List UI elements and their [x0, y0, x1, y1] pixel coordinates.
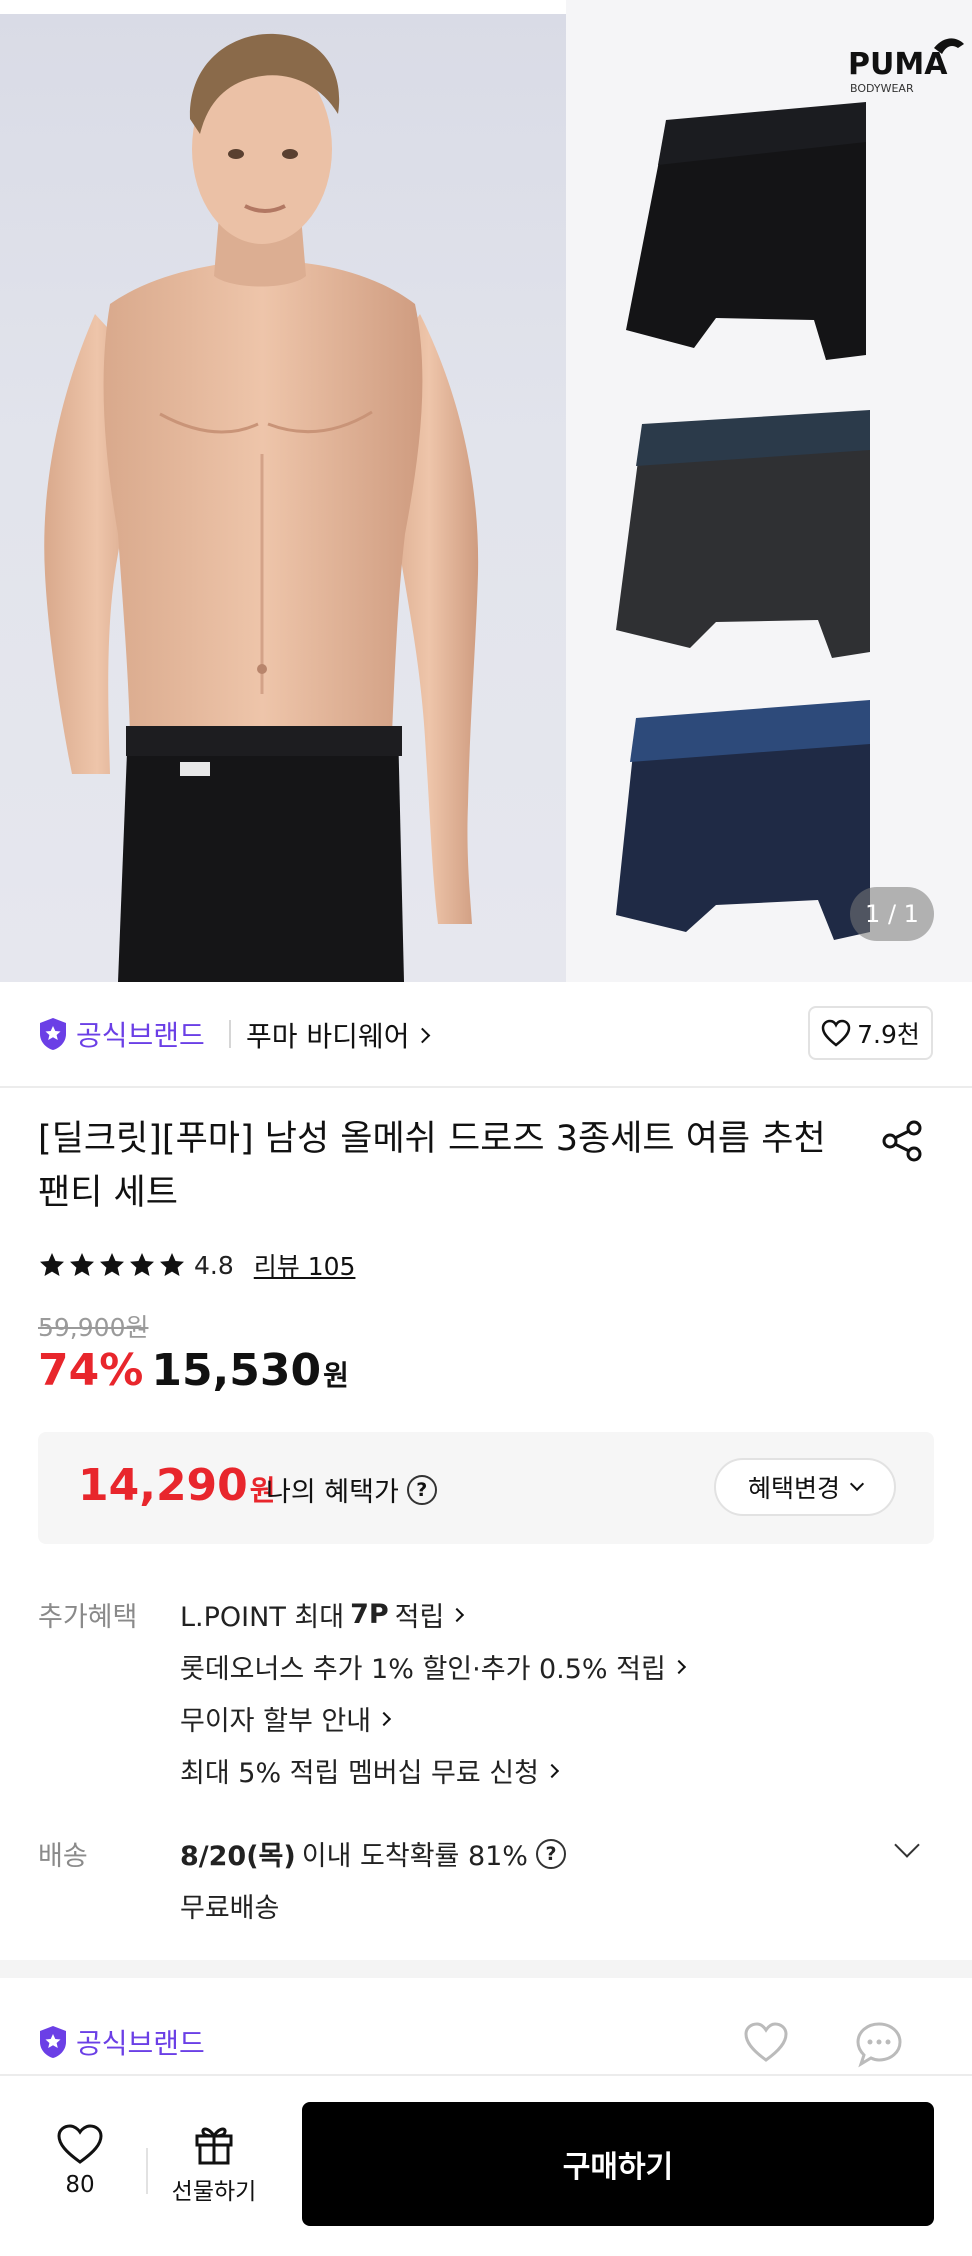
help-icon[interactable]: ?	[406, 1474, 437, 1505]
star-shield-icon	[40, 2026, 66, 2058]
puma-logo-sub: BODYWEAR	[850, 82, 914, 95]
lpoint-suffix: 적립	[394, 1602, 445, 1633]
installment-info-link[interactable]: 무이자 할부 안내	[180, 1699, 392, 1738]
lotte-owners-benefit-link[interactable]: 롯데오너스 추가 1% 할인·추가 0.5% 적립	[180, 1647, 686, 1686]
lpoint-benefit-link[interactable]: L.POINT 최대 7P 적립	[180, 1595, 465, 1634]
star-shield-icon	[40, 1018, 66, 1050]
lotte-owners-benefit-text: 롯데오너스 추가 1% 할인·추가 0.5% 적립	[180, 1654, 666, 1685]
star-icon	[100, 1253, 124, 1276]
boxer-charcoal	[616, 410, 870, 658]
boxer-variants-illustration	[616, 102, 870, 940]
star-icon	[70, 1253, 94, 1276]
official-brand-label: 공식브랜드	[76, 1019, 205, 1052]
review-link[interactable]: 리뷰 105	[254, 1247, 356, 1283]
installment-info-text: 무이자 할부 안내	[180, 1706, 372, 1737]
star-icon	[130, 1253, 154, 1276]
price-row: 74% 15,530 원	[38, 1345, 349, 1396]
chevron-right-icon	[376, 1711, 392, 1726]
hero-top-strip	[0, 0, 566, 14]
shipping-arrival-text: 이내 도착확률 81%	[301, 1841, 528, 1872]
model-illustration	[44, 33, 479, 982]
model-boxer-shape	[118, 726, 404, 982]
wishlist-button[interactable]: 80	[44, 2122, 116, 2198]
change-benefit-label: 혜택변경	[747, 1474, 840, 1503]
puma-logo: PUMA BODYWEAR	[848, 30, 968, 100]
change-benefit-button[interactable]: 혜택변경	[714, 1458, 896, 1516]
original-price: 59,900원	[38, 1313, 149, 1342]
shipping-label: 배송	[38, 1841, 88, 1872]
rating-value: 4.8	[194, 1250, 234, 1280]
shipping-expand-icon[interactable]	[894, 1832, 920, 1858]
benefit-price: 14,290 원	[78, 1460, 276, 1511]
gift-button[interactable]: 선물하기	[164, 2122, 264, 2206]
rating-stars	[38, 1251, 188, 1279]
product-title: [딜크릿][푸마] 남성 올메쉬 드로즈 3종세트 여름 추천 팬티 세트	[38, 1119, 826, 1213]
sale-price: 15,530	[151, 1345, 322, 1396]
shipping-fee: 무료배송	[180, 1893, 280, 1924]
brand-separator	[229, 1020, 231, 1048]
benefit-label: 나의 혜택가	[266, 1477, 399, 1508]
chevron-right-icon	[450, 1607, 465, 1622]
buy-button[interactable]: 구매하기	[302, 2102, 934, 2226]
chat-bubble-icon[interactable]	[854, 2020, 904, 2068]
shipping-estimate: 8/20(목) 이내 도착확률 81% ?	[180, 1834, 566, 1873]
gift-icon	[195, 2127, 233, 2165]
brand-like-button[interactable]: 7.9천	[808, 1006, 933, 1060]
lpoint-prefix: L.POINT 최대	[180, 1602, 345, 1633]
help-icon[interactable]: ?	[535, 1838, 566, 1869]
chevron-down-icon	[849, 1476, 865, 1492]
rating-row: 4.8 리뷰 105	[38, 1248, 355, 1282]
gift-label: 선물하기	[171, 2179, 257, 2205]
product-image-carousel[interactable]: PUMA BODYWEAR 1 / 1	[0, 0, 972, 982]
shipping-date: 8/20(목)	[180, 1841, 296, 1872]
benefit-label-row: 나의 혜택가 ?	[266, 1470, 437, 1509]
star-icon	[160, 1253, 184, 1276]
boxer-black	[626, 102, 866, 360]
brand-store-link[interactable]: 푸마 바디웨어	[246, 1015, 431, 1055]
chevron-right-icon	[415, 1027, 431, 1043]
lpoint-amount: 7P	[350, 1599, 389, 1630]
membership-signup-link[interactable]: 최대 5% 적립 멤버십 무료 신청	[180, 1751, 560, 1790]
sale-price-currency: 원	[323, 1359, 349, 1392]
extra-benefits-label: 추가혜택	[38, 1602, 138, 1633]
heart-icon	[821, 1019, 851, 1047]
image-page-indicator: 1 / 1	[850, 887, 934, 941]
share-icon[interactable]	[880, 1118, 926, 1164]
brand-store-name: 푸마 바디웨어	[246, 1020, 410, 1053]
chevron-right-icon	[544, 1763, 560, 1778]
model-photo	[0, 14, 566, 982]
my-benefit-box: 14,290 원 나의 혜택가 ? 혜택변경	[38, 1432, 934, 1544]
membership-signup-text: 최대 5% 적립 멤버십 무료 신청	[180, 1758, 539, 1789]
puma-logo-text: PUMA	[848, 47, 948, 82]
wishlist-count: 80	[65, 2172, 95, 2198]
product-variants-photo: PUMA BODYWEAR	[566, 0, 972, 982]
section-divider	[0, 1960, 972, 1978]
star-icon	[40, 1253, 64, 1276]
discount-rate: 74%	[38, 1345, 144, 1396]
footer-official-brand-badge[interactable]: 공식브랜드	[38, 2022, 205, 2062]
official-brand-badge[interactable]: 공식브랜드	[38, 1014, 205, 1054]
heart-icon	[57, 2124, 103, 2164]
heart-outline-icon[interactable]	[742, 2020, 790, 2064]
brand-like-count: 7.9천	[857, 1020, 920, 1049]
footer-official-brand-label: 공식브랜드	[76, 2027, 205, 2060]
chevron-right-icon	[671, 1659, 686, 1674]
action-bar-separator	[146, 2148, 148, 2194]
boxer-navy	[616, 700, 870, 940]
benefit-price-value: 14,290	[78, 1460, 248, 1511]
